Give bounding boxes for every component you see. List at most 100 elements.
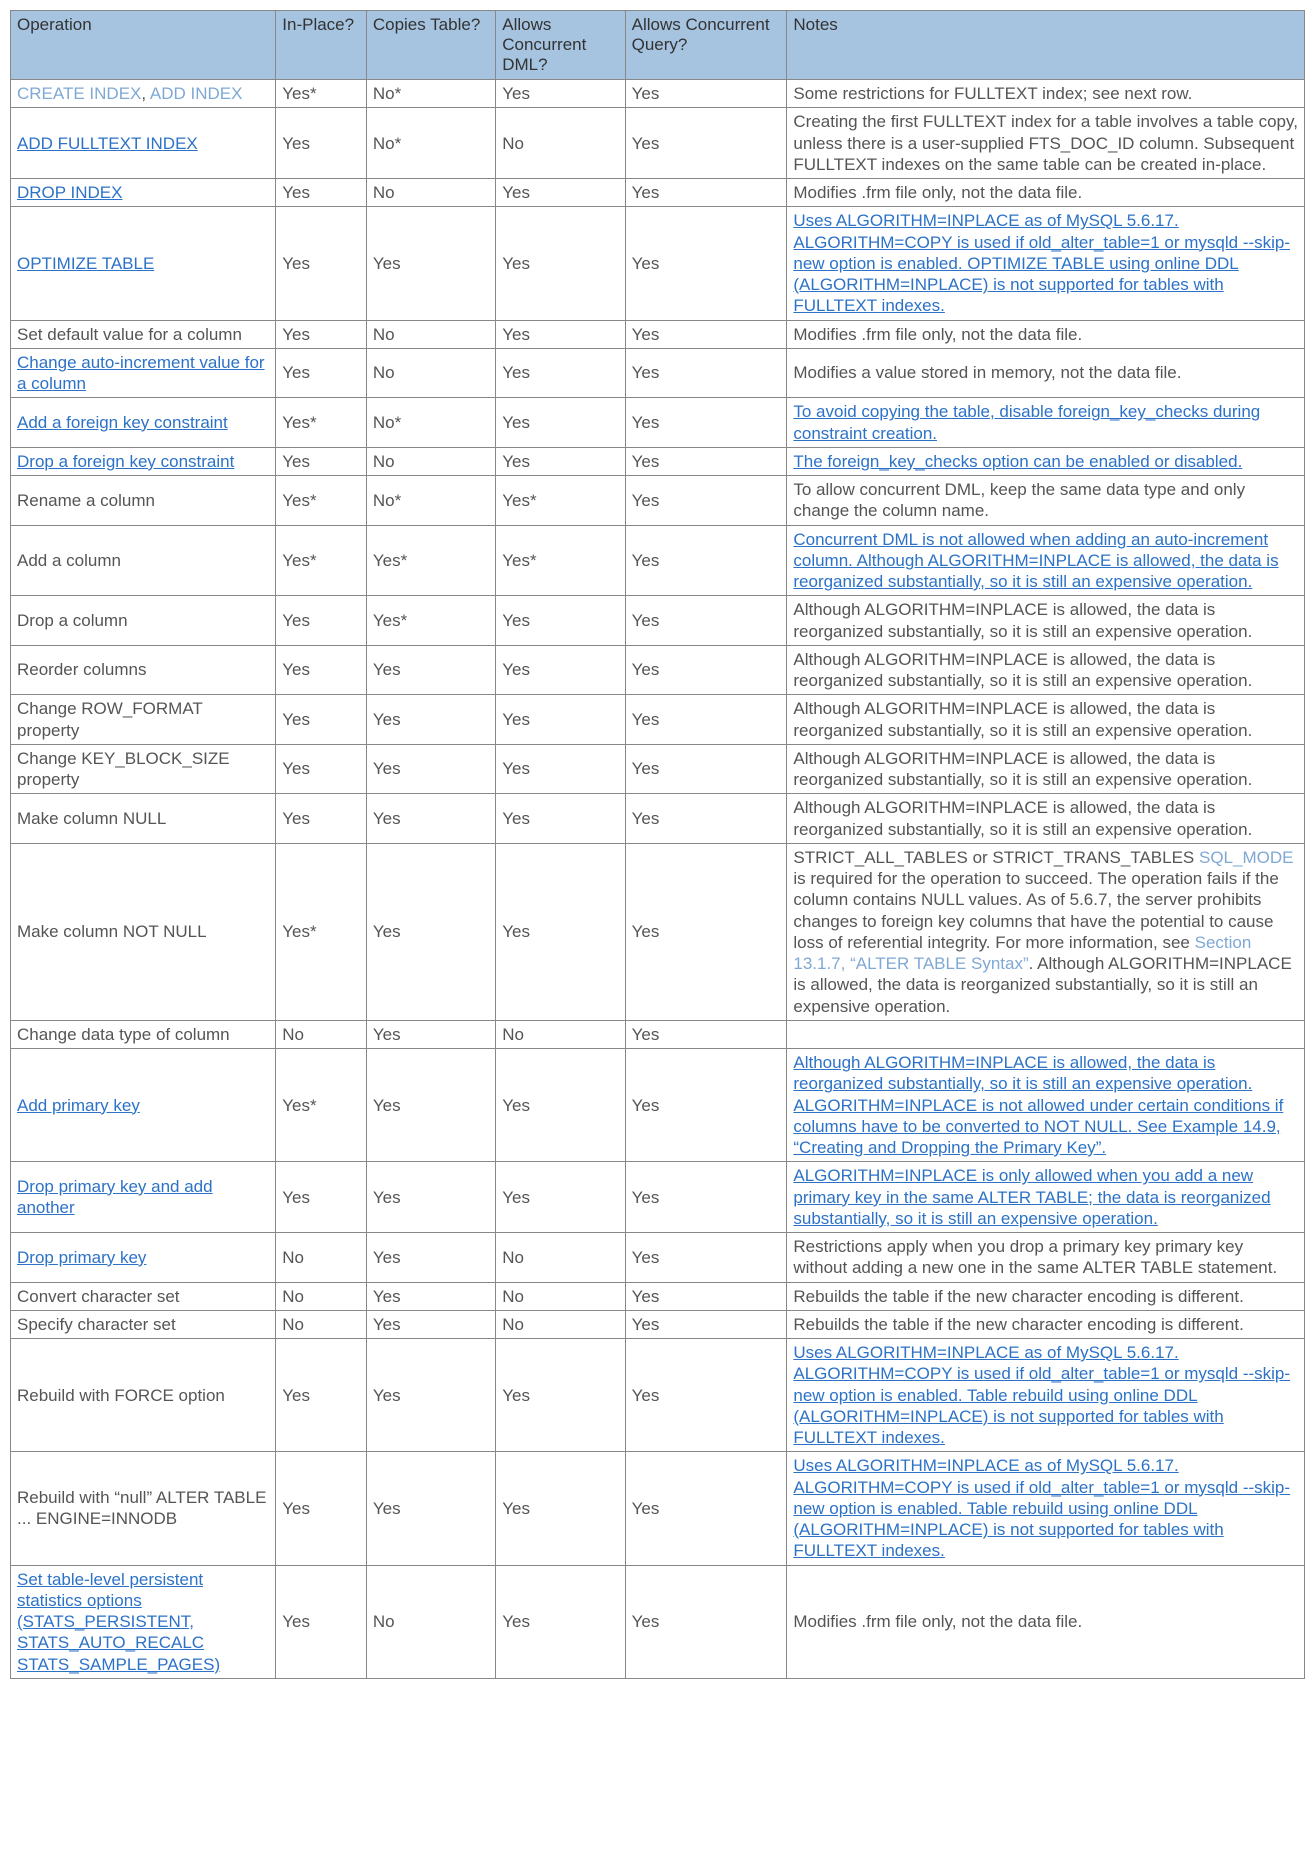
link[interactable]: Drop primary key and add another [17,1177,213,1217]
text: Drop a column [17,611,128,630]
link[interactable]: To avoid copying the table, disable fore… [793,402,1260,442]
link[interactable]: Uses ALGORITHM=INPLACE as of MySQL 5.6.1… [793,1343,1290,1447]
value-cell: Yes [276,108,367,179]
value-cell: No [276,1310,367,1338]
operation-cell: Make column NULL [11,794,276,844]
operation-cell: Change data type of column [11,1020,276,1048]
value-cell: Yes* [276,476,367,526]
notes-cell: To avoid copying the table, disable fore… [787,398,1305,448]
notes-cell: Some restrictions for FULLTEXT index; se… [787,80,1305,108]
value-cell: Yes* [366,596,495,646]
table-row: Add primary keyYes*YesYesYesAlthough ALG… [11,1049,1305,1162]
link[interactable]: Uses ALGORITHM=INPLACE as of MySQL 5.6.1… [793,1456,1290,1560]
notes-cell: Although ALGORITHM=INPLACE is allowed, t… [787,695,1305,745]
notes-cell: Modifies .frm file only, not the data fi… [787,179,1305,207]
value-cell: Yes* [276,525,367,596]
value-cell: Yes [496,320,625,348]
ddl-operations-table: OperationIn-Place?Copies Table?Allows Co… [10,10,1305,1679]
link[interactable]: ADD INDEX [150,84,243,103]
link[interactable]: Drop a foreign key constraint [17,452,234,471]
link[interactable]: The foreign_key_checks option can be ena… [793,452,1242,471]
table-row: Drop a foreign key constraintYesNoYesYes… [11,447,1305,475]
operation-cell: Change KEY_BLOCK_SIZE property [11,744,276,794]
link[interactable]: Add primary key [17,1096,140,1115]
link[interactable]: SQL_MODE [1199,848,1293,867]
value-cell: Yes [276,1162,367,1233]
value-cell: Yes [496,645,625,695]
value-cell: Yes [276,1339,367,1452]
operation-cell: Set table-level persistent statistics op… [11,1565,276,1678]
value-cell: No [366,179,495,207]
value-cell: Yes [625,1233,787,1283]
link[interactable]: ADD FULLTEXT INDEX [17,134,198,153]
value-cell: Yes [276,645,367,695]
value-cell: Yes [366,1162,495,1233]
operation-cell: OPTIMIZE TABLE [11,207,276,320]
link[interactable]: Change auto-increment value for a column [17,353,265,393]
table-row: Change KEY_BLOCK_SIZE propertyYesYesYesY… [11,744,1305,794]
text: Add a column [17,551,121,570]
value-cell: Yes [366,1233,495,1283]
text: Rebuild with “null” ALTER TABLE ... ENGI… [17,1488,266,1528]
text: Rebuilds the table if the new character … [793,1287,1243,1306]
value-cell: Yes [496,794,625,844]
value-cell: No* [366,476,495,526]
table-row: Change data type of columnNoYesNoYes [11,1020,1305,1048]
text: Set default value for a column [17,325,242,344]
text: Reorder columns [17,660,146,679]
link[interactable]: CREATE INDEX [17,84,141,103]
value-cell: Yes [496,1049,625,1162]
table-row: Add a columnYes*Yes*Yes*YesConcurrent DM… [11,525,1305,596]
col-header-5: Notes [787,11,1305,80]
notes-cell: STRICT_ALL_TABLES or STRICT_TRANS_TABLES… [787,843,1305,1020]
value-cell: Yes [625,1049,787,1162]
value-cell: Yes [625,179,787,207]
operation-cell: CREATE INDEX, ADD INDEX [11,80,276,108]
link[interactable]: Set table-level persistent statistics op… [17,1570,220,1674]
text: Creating the first FULLTEXT index for a … [793,112,1298,174]
value-cell: Yes [366,645,495,695]
text: Rebuild with FORCE option [17,1386,225,1405]
value-cell: Yes [625,645,787,695]
text: Modifies a value stored in memory, not t… [793,363,1181,382]
value-cell: Yes [496,1452,625,1565]
text: Modifies .frm file only, not the data fi… [793,1612,1082,1631]
link[interactable]: DROP INDEX [17,183,123,202]
value-cell: Yes [625,1282,787,1310]
link[interactable]: OPTIMIZE TABLE [17,254,154,273]
link[interactable]: Although ALGORITHM=INPLACE is allowed, t… [793,1053,1283,1157]
operation-cell: Drop a column [11,596,276,646]
table-row: Reorder columnsYesYesYesYesAlthough ALGO… [11,645,1305,695]
link[interactable]: Concurrent DML is not allowed when addin… [793,530,1278,592]
operation-cell: Drop primary key [11,1233,276,1283]
value-cell: Yes* [276,80,367,108]
value-cell: No [276,1020,367,1048]
value-cell: No* [366,108,495,179]
value-cell: Yes [276,1452,367,1565]
notes-cell: Although ALGORITHM=INPLACE is allowed, t… [787,596,1305,646]
text: Some restrictions for FULLTEXT index; se… [793,84,1192,103]
value-cell: Yes [276,695,367,745]
operation-cell: Rebuild with “null” ALTER TABLE ... ENGI… [11,1452,276,1565]
operation-cell: Change ROW_FORMAT property [11,695,276,745]
value-cell: Yes* [496,525,625,596]
value-cell: No [366,320,495,348]
notes-cell: Modifies .frm file only, not the data fi… [787,320,1305,348]
link[interactable]: Add a foreign key constraint [17,413,228,432]
link[interactable]: ALGORITHM=INPLACE is only allowed when y… [793,1166,1270,1228]
notes-cell [787,1020,1305,1048]
value-cell: Yes [496,1565,625,1678]
value-cell: Yes [496,744,625,794]
notes-cell: Creating the first FULLTEXT index for a … [787,108,1305,179]
table-body: CREATE INDEX, ADD INDEXYes*No*YesYesSome… [11,80,1305,1679]
value-cell: No [276,1282,367,1310]
value-cell: Yes [276,207,367,320]
col-header-4: Allows Concurrent Query? [625,11,787,80]
value-cell: Yes [496,695,625,745]
text: Although ALGORITHM=INPLACE is allowed, t… [793,749,1252,789]
value-cell: Yes [496,348,625,398]
link[interactable]: Uses ALGORITHM=INPLACE as of MySQL 5.6.1… [793,211,1290,315]
link[interactable]: Drop primary key [17,1248,146,1267]
col-header-0: Operation [11,11,276,80]
value-cell: Yes [625,525,787,596]
